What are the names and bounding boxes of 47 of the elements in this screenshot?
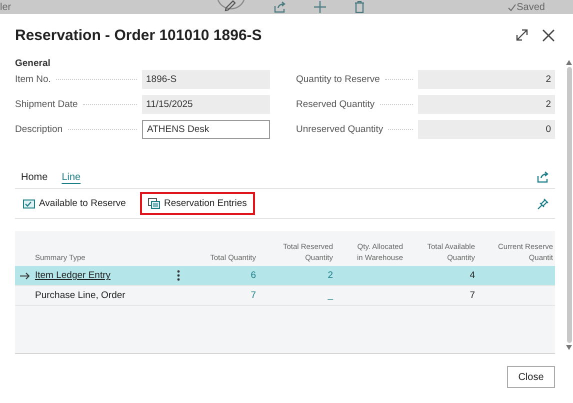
- breadcrumb-text: ler: [0, 2, 12, 12]
- field-label: Shipment Date: [15, 99, 78, 110]
- row-arrow-icon: [20, 272, 30, 280]
- share-icon[interactable]: [537, 171, 549, 183]
- tab[interactable]: Home: [21, 170, 48, 184]
- scroll-down-icon[interactable]: [566, 345, 572, 350]
- input-field[interactable]: ATHENS Desk: [142, 120, 270, 139]
- available-icon: [23, 198, 35, 208]
- check-icon: [508, 4, 516, 10]
- action-button[interactable]: Reservation Entries: [140, 192, 255, 215]
- read-only-field: 1896-S: [142, 70, 270, 89]
- table-cell-text: 4: [470, 270, 476, 281]
- table-link[interactable]: 7: [250, 290, 258, 301]
- read-only-field: 11/15/2025: [142, 95, 270, 114]
- field-label: Description: [15, 124, 63, 135]
- more-icon[interactable]: [176, 270, 180, 281]
- field-label: Item No.: [15, 74, 51, 85]
- scroll-up-icon[interactable]: [566, 60, 572, 65]
- table-cell-text: 7: [470, 290, 476, 301]
- edit-icon[interactable]: [216, 0, 246, 14]
- section-heading: General: [15, 58, 52, 70]
- field-label: Unreserved Quantity: [296, 124, 384, 135]
- entries-icon: [148, 198, 160, 209]
- table-link[interactable]: 2: [328, 270, 335, 281]
- table-link[interactable]: 6: [250, 270, 258, 281]
- selected-row[interactable]: Item Ledger Entry 6 2 4: [15, 266, 555, 286]
- field-label: Quantity to Reserve: [296, 74, 380, 85]
- saved-status: Saved: [516, 2, 545, 12]
- dialog-title: Reservation - Order 101010 1896-S: [15, 26, 262, 44]
- read-only-field: 2: [418, 70, 555, 89]
- scrollbar-thumb[interactable]: [566, 67, 572, 343]
- tab[interactable]: Line: [62, 170, 81, 184]
- delete-icon[interactable]: [354, 1, 366, 13]
- pin-icon[interactable]: [537, 198, 549, 210]
- table-cell-text: Purchase Line, Order: [35, 290, 126, 301]
- read-only-field: 2: [418, 95, 555, 114]
- expand-icon[interactable]: [516, 29, 528, 41]
- close-icon[interactable]: [542, 28, 555, 42]
- plus-icon[interactable]: [314, 1, 326, 13]
- share-icon[interactable]: [274, 1, 286, 13]
- action-button[interactable]: Available to Reserve: [21, 192, 134, 215]
- table-row[interactable]: Purchase Line, Order 7 _ 7: [15, 286, 555, 306]
- field-label: Reserved Quantity: [296, 99, 375, 110]
- read-only-field: 0: [418, 120, 555, 139]
- close-button[interactable]: Close: [507, 366, 555, 388]
- table-link[interactable]: Item Ledger Entry: [35, 270, 113, 281]
- table-link[interactable]: _: [328, 290, 335, 301]
